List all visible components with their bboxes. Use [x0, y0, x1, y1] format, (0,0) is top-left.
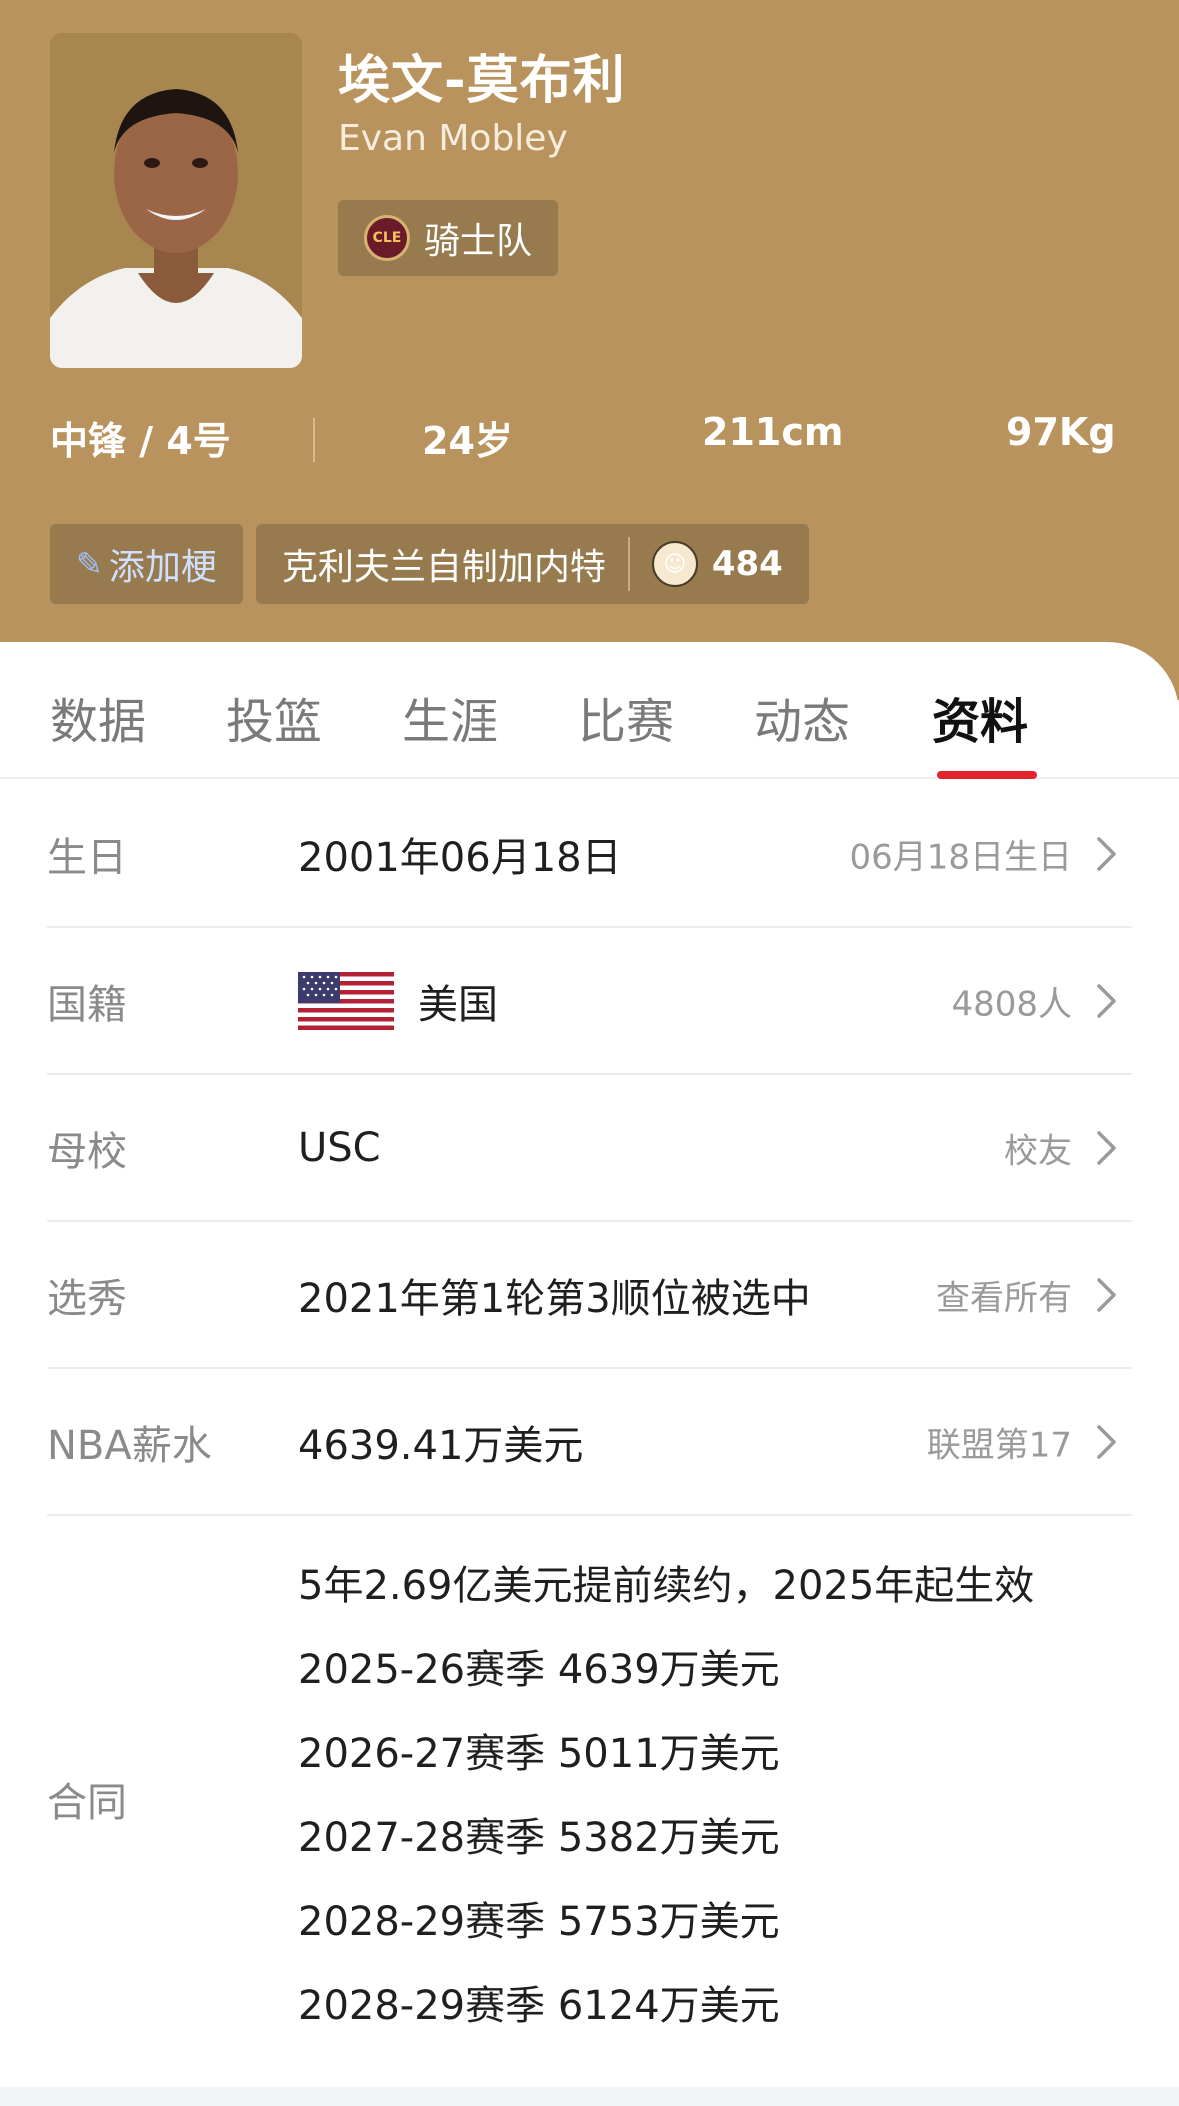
- chevron-right-icon: [1097, 1130, 1116, 1165]
- row-aside: 4808人: [951, 984, 1072, 1024]
- team-badge[interactable]: CLE 骑士队: [338, 200, 559, 276]
- row-draft[interactable]: 选秀 2021年第1轮第3顺位被选中 查看所有: [47, 1222, 1132, 1369]
- stat-weight: 97Kg: [1006, 410, 1116, 454]
- active-tab-indicator: [937, 771, 1037, 779]
- chevron-right-icon: [1097, 836, 1116, 871]
- row-aside: 查看所有: [936, 1278, 1072, 1318]
- contract-line: 2026-27赛季 5011万美元: [298, 1731, 780, 1777]
- row-contract: 合同 5年2.69亿美元提前续约，2025年起生效 2025-26赛季 4639…: [47, 1516, 1132, 2081]
- contract-line: 5年2.69亿美元提前续约，2025年起生效: [298, 1563, 1035, 1609]
- row-value: 2001年06月18日: [298, 834, 622, 881]
- profile-rows: 生日 2001年06月18日 06月18日生日 国籍 美国 4808人 母校 U…: [0, 781, 1179, 2081]
- chevron-right-icon: [1097, 983, 1116, 1018]
- tab-games[interactable]: 比赛: [578, 682, 674, 752]
- tab-profile[interactable]: 资料: [932, 682, 1028, 752]
- add-meme-label: 添加梗: [108, 547, 217, 588]
- tab-news[interactable]: 动态: [754, 682, 850, 752]
- team-name: 骑士队: [424, 221, 533, 262]
- row-label: 母校: [47, 1128, 127, 1175]
- tab-shooting[interactable]: 投篮: [226, 682, 322, 752]
- row-label: 合同: [47, 1779, 127, 1826]
- row-salary[interactable]: NBA薪水 4639.41万美元 联盟第17: [47, 1369, 1132, 1516]
- tab-bar: 数据 投篮 生涯 比赛 动态 资料: [0, 642, 1179, 779]
- pencil-icon: ✎: [76, 545, 103, 583]
- row-label: 选秀: [47, 1275, 127, 1322]
- meme-divider: [627, 537, 630, 591]
- stat-age: 24岁: [422, 419, 513, 463]
- tab-data[interactable]: 数据: [50, 682, 146, 752]
- team-logo-icon: CLE: [364, 215, 410, 261]
- player-header: 埃文-莫布利 Evan Mobley CLE 骑士队 中锋 / 4号 24岁 2…: [0, 0, 1179, 700]
- row-college[interactable]: 母校 USC 校友: [47, 1075, 1132, 1222]
- contract-line: 2027-28赛季 5382万美元: [298, 1815, 780, 1861]
- profile-panel: 数据 投篮 生涯 比赛 动态 资料 生日 2001年06月18日 06月18日生…: [0, 642, 1179, 2087]
- contract-line: 2028-29赛季 5753万美元: [298, 1899, 780, 1945]
- meme-tag-text: 克利夫兰自制加内特: [281, 547, 606, 588]
- row-nationality[interactable]: 国籍 美国 4808人: [47, 928, 1132, 1075]
- row-value-wrap: 美国: [298, 971, 498, 1030]
- row-value: 美国: [418, 981, 498, 1028]
- player-name-en: Evan Mobley: [338, 118, 568, 159]
- row-label: 生日: [47, 834, 127, 881]
- player-stats: 中锋 / 4号 24岁 211cm 97Kg: [50, 410, 1130, 470]
- row-value: USC: [298, 1124, 381, 1171]
- contract-line: 2025-26赛季 4639万美元: [298, 1647, 780, 1693]
- row-aside: 06月18日生日: [849, 837, 1072, 877]
- meme-face-icon: ☺: [651, 541, 698, 587]
- row-birthday[interactable]: 生日 2001年06月18日 06月18日生日: [47, 781, 1132, 928]
- meme-tag[interactable]: 克利夫兰自制加内特 ☺ 484: [255, 524, 809, 604]
- row-aside: 校友: [1004, 1131, 1072, 1171]
- us-flag-icon: [298, 971, 394, 1030]
- contract-line: 2028-29赛季 6124万美元: [298, 1983, 780, 2029]
- contract-lines: 5年2.69亿美元提前续约，2025年起生效 2025-26赛季 4639万美元…: [298, 1566, 1034, 2070]
- meme-tags: ✎ 添加梗 克利夫兰自制加内特 ☺ 484: [50, 524, 809, 604]
- player-photo: [50, 33, 302, 368]
- chevron-right-icon: [1097, 1424, 1116, 1459]
- row-value: 4639.41万美元: [298, 1422, 584, 1469]
- row-aside: 联盟第17: [926, 1425, 1072, 1465]
- chevron-right-icon: [1097, 1277, 1116, 1312]
- meme-count: 484: [711, 544, 783, 584]
- tab-career[interactable]: 生涯: [402, 682, 498, 752]
- row-label: NBA薪水: [47, 1422, 212, 1469]
- stat-position: 中锋 / 4号: [50, 419, 231, 463]
- row-label: 国籍: [47, 981, 127, 1028]
- player-name-cn: 埃文-莫布利: [338, 51, 626, 111]
- row-value: 2021年第1轮第3顺位被选中: [298, 1275, 811, 1322]
- stats-divider: [313, 418, 315, 462]
- stat-height: 211cm: [702, 410, 844, 454]
- add-meme-button[interactable]: ✎ 添加梗: [50, 524, 243, 604]
